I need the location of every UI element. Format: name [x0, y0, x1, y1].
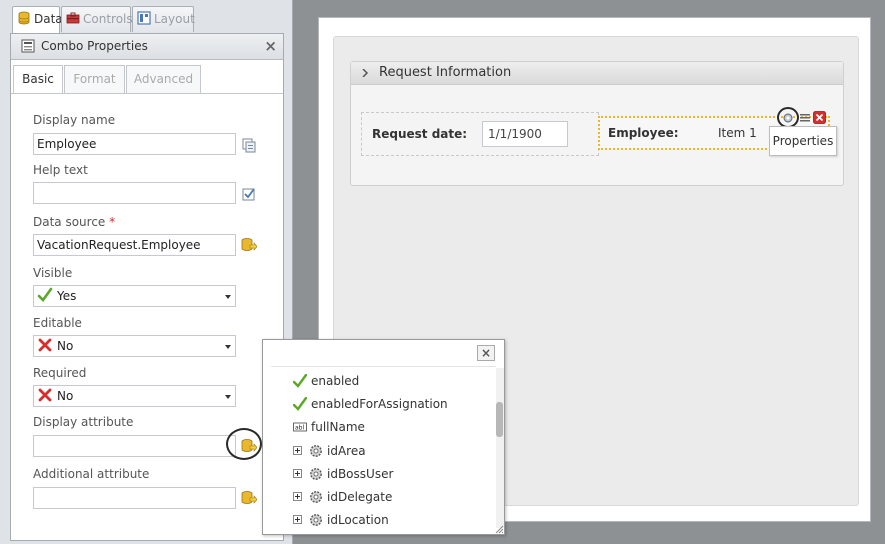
combo-properties-panel: Combo Properties × Basic Format Advanced…: [10, 33, 284, 541]
gear-icon: [310, 468, 322, 480]
expand-icon[interactable]: [293, 446, 302, 455]
database-arrow-icon[interactable]: [241, 237, 257, 253]
gear-icon: [310, 491, 322, 503]
visible-label: Visible: [33, 266, 73, 280]
tab-layout-label: Layout: [154, 12, 195, 26]
chevron-down-icon: [225, 345, 231, 349]
chevron-right-icon[interactable]: [361, 69, 369, 77]
display-attribute-label: Display attribute: [33, 415, 134, 429]
required-value: No: [57, 389, 74, 403]
visible-select[interactable]: Yes: [33, 285, 236, 307]
attribute-item[interactable]: idArea: [309, 442, 366, 460]
x-icon: [38, 388, 52, 402]
align-icon[interactable]: [799, 112, 811, 124]
subtab-divider: [11, 93, 283, 94]
request-date-input[interactable]: 1/1/1900: [482, 121, 568, 147]
attribute-label: idBossUser: [327, 467, 394, 481]
properties-form-icon: [21, 39, 35, 53]
panel-header: Combo Properties ×: [11, 34, 283, 60]
attribute-item[interactable]: abl fullName: [293, 418, 365, 436]
employee-combo-value[interactable]: Item 1: [718, 126, 757, 140]
attribute-label: enabled: [311, 374, 360, 388]
toolbox-icon: [66, 12, 80, 24]
additional-attribute-label: Additional attribute: [33, 467, 150, 481]
required-mark: *: [109, 215, 116, 229]
resize-grip-icon[interactable]: [495, 525, 504, 534]
expand-icon[interactable]: [293, 469, 302, 478]
attribute-label: fullName: [311, 420, 365, 434]
request-information-group: Request Information Request date: 1/1/19…: [350, 61, 844, 186]
expand-icon[interactable]: [293, 515, 302, 524]
highlight-ring: [226, 428, 262, 460]
attribute-label: idArea: [327, 444, 366, 458]
subtab-format[interactable]: Format: [64, 65, 125, 93]
attribute-picker-popup: × enabled enabledForAssignation abl full…: [262, 339, 505, 535]
employee-label: Employee:: [608, 126, 679, 140]
panel-close-icon[interactable]: ×: [264, 37, 277, 55]
attribute-label: idLocation: [327, 513, 389, 527]
highlight-ring: [777, 107, 799, 128]
svg-text:abl: abl: [295, 425, 304, 432]
editable-select[interactable]: No: [33, 335, 236, 357]
visible-value: Yes: [57, 289, 77, 303]
display-attribute-field[interactable]: [33, 435, 236, 457]
group-header[interactable]: Request Information: [351, 62, 843, 85]
gear-icon: [310, 445, 322, 457]
request-date-label: Request date:: [372, 127, 468, 141]
tab-data-label: Data: [34, 12, 63, 26]
attribute-item[interactable]: idBossUser: [309, 465, 393, 483]
editable-label: Editable: [33, 316, 82, 330]
tab-controls[interactable]: Controls: [61, 6, 133, 32]
help-text-label: Help text: [33, 163, 88, 177]
expand-icon[interactable]: [293, 492, 302, 501]
check-icon: [293, 374, 307, 388]
popup-close-button[interactable]: ×: [477, 345, 495, 361]
attribute-label: enabledForAssignation: [311, 397, 448, 411]
additional-attribute-field[interactable]: [33, 487, 236, 509]
popup-scrollbar-thumb[interactable]: [496, 402, 503, 437]
database-icon: [18, 11, 30, 25]
data-source-label: Data source *: [33, 215, 115, 229]
display-name-label: Display name: [33, 113, 116, 127]
chevron-down-icon: [225, 395, 231, 399]
help-text-field[interactable]: [33, 182, 236, 204]
editable-value: No: [57, 339, 74, 353]
tab-data[interactable]: Data: [12, 6, 63, 33]
database-arrow-icon[interactable]: [241, 490, 257, 506]
gear-icon: [310, 514, 322, 526]
copy-icon[interactable]: [241, 137, 257, 153]
check-icon: [37, 287, 53, 302]
tab-controls-label: Controls: [83, 12, 133, 26]
required-label: Required: [33, 366, 87, 380]
attribute-label: idDelegate: [327, 490, 393, 504]
popup-scrollbar[interactable]: [496, 368, 504, 528]
request-date-cell[interactable]: Request date: 1/1/1900: [361, 112, 599, 156]
attribute-item[interactable]: idLocation: [309, 511, 389, 529]
data-source-field[interactable]: VacationRequest.Employee: [33, 234, 236, 256]
subtab-basic[interactable]: Basic: [13, 65, 63, 94]
edit-checkbox-icon[interactable]: [241, 186, 257, 202]
delete-icon[interactable]: [813, 111, 826, 124]
attribute-item[interactable]: enabled: [293, 372, 359, 390]
tab-layout[interactable]: Layout: [132, 6, 195, 32]
text-field-icon: abl: [293, 422, 307, 432]
required-select[interactable]: No: [33, 385, 236, 407]
chevron-down-icon: [225, 295, 231, 299]
attribute-item[interactable]: idDelegate: [309, 488, 392, 506]
properties-sidebar: Data Controls Layout Combo Properties × …: [0, 0, 293, 544]
group-title: Request Information: [379, 65, 512, 80]
layout-icon: [137, 11, 151, 25]
data-source-label-text: Data source: [33, 215, 106, 229]
popup-divider: [271, 366, 496, 367]
panel-title: Combo Properties: [41, 39, 148, 53]
subtab-advanced[interactable]: Advanced: [126, 65, 201, 93]
check-icon: [293, 397, 307, 411]
properties-tooltip: Properties: [769, 126, 837, 156]
display-name-field[interactable]: Employee: [33, 133, 236, 155]
attribute-item[interactable]: enabledForAssignation: [293, 395, 448, 413]
x-icon: [38, 338, 52, 352]
